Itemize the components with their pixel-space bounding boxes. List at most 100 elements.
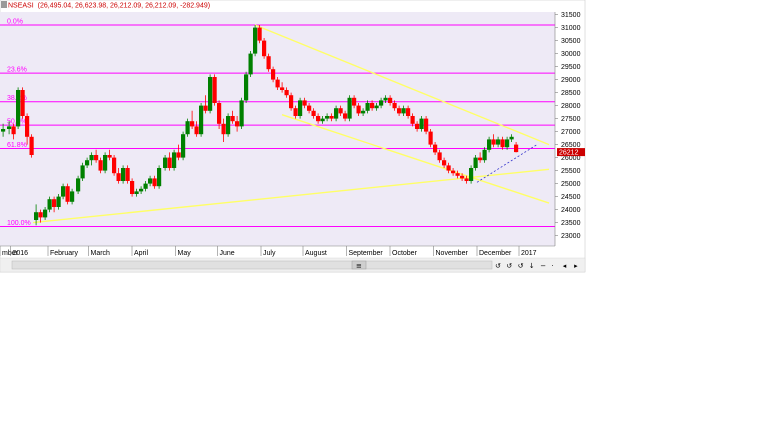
candle-body xyxy=(388,97,393,103)
x-tick-label: March xyxy=(91,250,111,257)
candle-body xyxy=(181,134,186,158)
y-tick-label: 29000 xyxy=(561,77,581,84)
x-tick-label: November xyxy=(436,250,469,257)
candle xyxy=(428,129,433,148)
fib-label-0: 0.0% xyxy=(7,19,23,26)
horizontal-scrollbar[interactable] xyxy=(11,260,493,270)
candle-body xyxy=(307,105,312,111)
candle-body xyxy=(311,110,316,116)
candle xyxy=(266,53,271,72)
candle-body xyxy=(334,108,339,119)
candle-body xyxy=(244,74,249,101)
x-tick-label: June xyxy=(220,250,235,257)
candle-body xyxy=(500,139,505,148)
y-tick-label: 23000 xyxy=(561,233,581,240)
zoom-in-icon[interactable]: ⋅ xyxy=(552,262,554,270)
candle-body xyxy=(107,155,112,158)
candle-body xyxy=(329,116,334,119)
x-tick-label: July xyxy=(263,250,276,257)
candle-body xyxy=(262,40,267,57)
y-tick-label: 28000 xyxy=(561,103,581,110)
candle-body xyxy=(478,157,483,161)
candle-body xyxy=(280,87,285,90)
candle-body xyxy=(361,110,366,114)
candle-body xyxy=(257,27,262,41)
candle-body xyxy=(148,178,153,184)
candle xyxy=(262,38,267,59)
candle-body xyxy=(266,56,271,70)
scroll-down-icon[interactable]: ↓ xyxy=(529,262,535,270)
candle-body xyxy=(212,77,217,103)
candle-body xyxy=(29,136,34,155)
plot-area[interactable] xyxy=(0,12,555,246)
candle-body xyxy=(70,191,75,202)
y-tick-label: 30000 xyxy=(561,51,581,58)
candle-body xyxy=(157,168,162,187)
chart-header: NSEASI (26,495.04, 26,623.98, 26,212.09,… xyxy=(1,1,210,10)
candle-body xyxy=(365,103,370,111)
arrow-right-icon[interactable]: ▸ xyxy=(574,262,578,270)
candle xyxy=(257,25,262,44)
candle-body xyxy=(419,118,424,129)
arrow-left-icon[interactable]: ◂ xyxy=(563,262,567,270)
candle-body xyxy=(446,165,451,171)
candle-body xyxy=(47,199,52,210)
candle-body xyxy=(103,155,108,171)
candle-body xyxy=(505,139,510,148)
candle-body xyxy=(163,157,168,168)
candle-body xyxy=(451,170,456,174)
candle-body xyxy=(25,116,30,137)
candle-body xyxy=(347,97,352,119)
candle-body xyxy=(116,173,121,181)
candle-body xyxy=(61,186,66,197)
candle-body xyxy=(383,97,388,101)
candle xyxy=(185,118,190,137)
candle-body xyxy=(1,129,6,132)
candle-body xyxy=(491,139,496,145)
candle-body xyxy=(406,108,411,116)
zoom-fit-icon[interactable]: ↺ xyxy=(495,262,501,270)
y-tick-label: 31500 xyxy=(561,12,581,19)
candle xyxy=(289,92,294,111)
candle xyxy=(172,149,177,171)
candle-body xyxy=(271,69,276,80)
candle-body xyxy=(176,152,181,158)
zoom-out-icon[interactable]: − xyxy=(540,262,546,270)
x-tick-label: August xyxy=(305,250,327,257)
candle-body xyxy=(401,108,406,114)
candle-body xyxy=(217,103,222,124)
candle-body xyxy=(52,199,57,207)
candle xyxy=(244,71,249,103)
candle-body xyxy=(410,116,415,124)
candle-body xyxy=(397,108,402,114)
candle-body xyxy=(338,108,343,114)
zoom-reset-icon[interactable]: ↺ xyxy=(506,262,512,270)
candle-body xyxy=(16,90,21,127)
candle-body xyxy=(487,139,492,150)
candle-body xyxy=(392,103,397,109)
candle xyxy=(199,103,204,137)
candle-body xyxy=(379,100,384,106)
candle-body xyxy=(134,191,139,194)
candle-body xyxy=(226,116,231,135)
refresh-icon[interactable]: ↺ xyxy=(518,262,524,270)
candle xyxy=(80,162,85,181)
candle xyxy=(347,95,352,122)
last-value-marker: 26212 xyxy=(557,148,585,157)
candle xyxy=(181,131,186,161)
candle-body xyxy=(38,212,43,218)
candle-body xyxy=(424,118,429,132)
candle-body xyxy=(190,121,195,127)
candle xyxy=(65,183,70,205)
scroll-handle-icon[interactable]: ≡ xyxy=(356,262,362,270)
nseasi-candlestick-chart: NSEASI (26,495.04, 26,623.98, 26,212.09,… xyxy=(0,0,586,273)
candle-body xyxy=(194,126,199,135)
candle-body xyxy=(284,90,289,96)
candle xyxy=(248,51,253,77)
candle-body xyxy=(94,155,99,161)
candle-body xyxy=(320,118,325,122)
x-tick-label: 2017 xyxy=(521,250,537,257)
candle-body xyxy=(302,100,307,106)
candle-body xyxy=(374,105,379,109)
candle xyxy=(469,165,474,184)
